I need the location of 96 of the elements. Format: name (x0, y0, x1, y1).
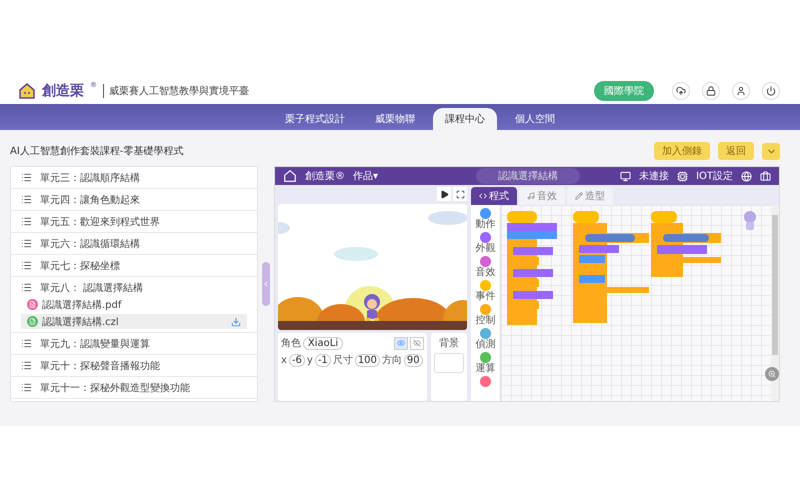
project-title: 認識選擇結構 (476, 168, 580, 184)
backdrop-thumbnail[interactable] (434, 353, 464, 373)
run-button[interactable] (437, 187, 451, 201)
logo-icon (283, 170, 297, 182)
logo-text: 創造栗 (42, 82, 84, 100)
language-icon[interactable] (741, 170, 752, 182)
unit-item[interactable]: 單元十一：探秘外觀造型變換功能 (40, 380, 190, 394)
unit-item[interactable]: 單元九：認識變量與運算 (40, 336, 150, 350)
site-tagline: 威栗賽人工智慧教學與實境平臺 (103, 84, 249, 98)
x-label: x (281, 354, 287, 366)
category-label[interactable]: 運算 (476, 363, 496, 375)
category-label[interactable]: 偵測 (476, 339, 496, 351)
category-dot[interactable] (480, 280, 491, 291)
list-icon (21, 338, 32, 349)
sprite-name-field[interactable]: XiaoLi (303, 336, 343, 350)
pdf-file-icon (27, 299, 38, 310)
download-icon[interactable] (231, 316, 241, 326)
category-label[interactable]: 事件 (476, 291, 496, 303)
power-icon (766, 86, 776, 96)
works-menu[interactable]: 作品▾ (353, 169, 378, 183)
x-field[interactable]: -6 (288, 354, 305, 366)
eye-off-icon (413, 339, 421, 347)
music-icon (527, 192, 535, 200)
list-icon (21, 282, 32, 293)
sprite-label: 角色 (281, 337, 301, 350)
direction-field[interactable]: 90 (404, 354, 423, 366)
cloud-upload-icon (676, 86, 686, 96)
file-item[interactable]: 認識選擇結構.czl (21, 314, 247, 329)
unit-item[interactable]: 單元七：探秘坐標 (40, 258, 120, 272)
size-field[interactable]: 100 (354, 354, 380, 366)
category-dot[interactable] (480, 304, 491, 315)
logo-icon (18, 83, 36, 99)
user-icon (736, 86, 746, 96)
list-icon (21, 172, 32, 183)
file-item[interactable]: 認識選擇結構.pdf (21, 297, 247, 312)
nav-tab[interactable]: 課程中心 (433, 108, 497, 130)
category-dot[interactable] (480, 328, 491, 339)
code-file-icon (27, 316, 38, 327)
course-title: AI人工智慧創作套裝課程-零基礎學程式 (10, 144, 184, 158)
editor-tab[interactable]: 程式 (471, 187, 517, 205)
unit-item[interactable]: 單元五：歡迎來到程式世界 (40, 214, 160, 228)
toolbox-icon[interactable] (760, 170, 771, 182)
course-button[interactable]: 加入側錄 (654, 142, 710, 160)
logout-button[interactable] (762, 82, 780, 100)
mascot-icon (743, 211, 757, 231)
list-icon (21, 216, 32, 227)
upload-button[interactable] (672, 82, 690, 100)
category-dot[interactable] (480, 208, 491, 219)
device-icon (620, 170, 632, 182)
unit-item[interactable]: 單元四：讓角色動起來 (40, 192, 140, 206)
unit-item[interactable]: 單元十：探秘聲音播報功能 (40, 358, 160, 372)
play-icon (440, 190, 448, 198)
expand-button[interactable] (762, 142, 780, 160)
unit-item[interactable]: 單元六：認識循環結構 (40, 236, 140, 250)
fullscreen-button[interactable] (453, 187, 467, 201)
unit-item[interactable]: 單元三：認識順序結構 (40, 170, 140, 184)
list-icon (21, 194, 32, 205)
size-label: 尺寸 (332, 354, 353, 367)
pencil-icon (575, 192, 583, 200)
zoom-button[interactable] (765, 367, 779, 381)
nav-tab[interactable]: 栗子程式設計 (273, 108, 357, 130)
lock-icon (706, 86, 716, 96)
device-status: 未連接 (639, 170, 670, 183)
category-dot[interactable] (480, 232, 491, 243)
list-icon (21, 238, 32, 249)
list-icon (21, 260, 32, 271)
hide-button[interactable] (410, 336, 424, 350)
category-label[interactable]: 外觀 (476, 243, 496, 255)
category-dot[interactable] (480, 256, 491, 267)
backdrop-label: 背景 (439, 336, 459, 350)
lock-button[interactable] (702, 82, 720, 100)
category-dot[interactable] (480, 352, 491, 363)
zoom-in-icon (768, 370, 776, 378)
category-label[interactable]: 動作 (476, 219, 496, 231)
iot-settings-link[interactable]: IOT設定 (696, 169, 733, 183)
y-field[interactable]: -1 (314, 354, 331, 366)
list-icon (21, 360, 32, 371)
show-button[interactable] (394, 336, 408, 350)
list-icon (21, 382, 32, 393)
unit-item[interactable]: 單元八： 認識選擇結構 (40, 280, 144, 294)
nav-tab[interactable]: 個人空間 (503, 108, 567, 130)
direction-label: 方向 (382, 354, 402, 367)
collapse-handle[interactable] (262, 262, 270, 306)
eye-icon (397, 339, 405, 347)
user-button[interactable] (732, 82, 750, 100)
category-dot[interactable] (480, 376, 491, 387)
iot-icon (677, 170, 688, 182)
chevron-left-icon (262, 280, 270, 288)
y-label: y (306, 354, 313, 366)
category-label[interactable]: 音效 (476, 267, 496, 279)
code-icon (479, 192, 487, 200)
category-label[interactable]: 控制 (476, 315, 496, 327)
nav-tab[interactable]: 威栗物聯 (363, 108, 427, 130)
course-button[interactable]: 返回 (718, 142, 754, 160)
fullscreen-icon (456, 190, 464, 198)
logo-text: 創造栗® (305, 170, 345, 183)
